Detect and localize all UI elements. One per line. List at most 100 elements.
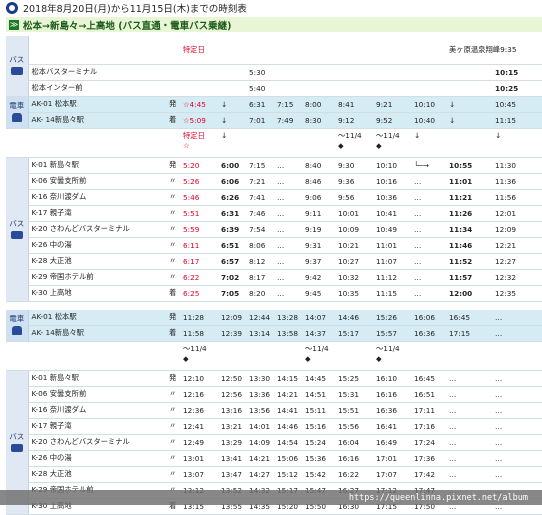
time-cell: 8:06 bbox=[246, 237, 274, 254]
time-cell: 16:04 bbox=[335, 434, 373, 451]
table-row: AK- 14新島々駅着 ☆5:09 ↓ 7:01 7:49 8:30 9:12 9:52 10:… bbox=[6, 112, 542, 129]
time-cell: 15:31 bbox=[335, 386, 373, 403]
table-row: AK- 14新島々駅着 11:58 12:39 13:14 13:58 14:37 15:1… bbox=[6, 325, 542, 342]
time-cell: … bbox=[446, 466, 492, 483]
bus-icon bbox=[10, 443, 23, 452]
page-title: 2018年8月20日(月)から11月15日(木)までの時刻表 bbox=[23, 4, 247, 15]
time-cell: 11:58 bbox=[180, 325, 218, 342]
time-cell: 15:57 bbox=[373, 325, 411, 342]
bus-category: バス bbox=[6, 36, 29, 97]
note-cell bbox=[446, 341, 492, 371]
note-cell bbox=[246, 128, 274, 158]
time-cell bbox=[246, 36, 274, 65]
bus-icon bbox=[10, 67, 23, 76]
direction: 〃 bbox=[166, 434, 180, 451]
note-cell: 特定日 ☆ bbox=[180, 128, 218, 158]
table-row: K-26 中の湯〃 6:11 6:51 8:06… 9:31 10:21 11:01… 11:… bbox=[6, 237, 542, 254]
time-cell: ☆4:45 bbox=[180, 96, 218, 113]
time-cell: … bbox=[492, 434, 542, 451]
time-cell: … bbox=[274, 205, 302, 222]
time-cell: 13:58 bbox=[274, 325, 302, 342]
note-cell bbox=[335, 341, 373, 371]
time-cell: ↓ bbox=[218, 96, 246, 113]
rail-category: 電車 bbox=[6, 309, 29, 342]
time-cell: 10:27 bbox=[335, 253, 373, 270]
time-cell: 10:09 bbox=[335, 221, 373, 238]
time-cell: 8:00 bbox=[302, 96, 335, 113]
time-cell: … bbox=[274, 285, 302, 302]
header: 2018年8月20日(月)から11月15日(木)までの時刻表 bbox=[0, 0, 542, 16]
time-cell: 14:27 bbox=[246, 466, 274, 483]
time-cell: 12:36 bbox=[180, 402, 218, 419]
time-cell: … bbox=[492, 466, 542, 483]
time-cell: 9:12 bbox=[335, 112, 373, 129]
time-cell: 13:21 bbox=[218, 418, 246, 435]
time-cell bbox=[302, 64, 335, 81]
time-cell bbox=[335, 64, 373, 81]
time-cell: 10:10 bbox=[411, 96, 446, 113]
time-cell: 7:46 bbox=[246, 205, 274, 222]
stop-name: K-16 奈川渡ダム bbox=[28, 189, 166, 206]
time-cell: 13:56 bbox=[246, 402, 274, 419]
time-cell: 12:01 bbox=[492, 205, 542, 222]
time-cell: 17:16 bbox=[411, 418, 446, 435]
note-cell: ↓ bbox=[492, 128, 542, 158]
table-row: K-17 親子滝〃 12:41 13:21 14:01 14:46 15:16 15:56 1… bbox=[6, 418, 542, 435]
time-cell: 7:15 bbox=[274, 96, 302, 113]
time-cell: 9:21 bbox=[373, 96, 411, 113]
time-cell: 9:42 bbox=[302, 269, 335, 286]
timetable: バス 特定日 美ヶ原温泉翔峰9:35 松本バスターミナル 5:30 10:15 松本インタ… bbox=[6, 36, 542, 515]
time-cell: 6:17 bbox=[180, 253, 218, 270]
time-cell: 9:30 bbox=[335, 157, 373, 174]
time-cell: 13:07 bbox=[180, 466, 218, 483]
time-cell: 12:09 bbox=[218, 309, 246, 326]
cat-blank bbox=[6, 128, 28, 158]
category-label: バス bbox=[9, 55, 25, 65]
time-cell: 6:25 bbox=[180, 285, 218, 302]
note-cell bbox=[411, 341, 446, 371]
table-row: 松本インター前 5:40 10:25 bbox=[6, 80, 542, 97]
time-cell: 17:42 bbox=[411, 466, 446, 483]
direction: 着 bbox=[166, 325, 180, 342]
time-cell: 6:26 bbox=[218, 189, 246, 206]
time-cell: 14:09 bbox=[246, 434, 274, 451]
direction: 〃 bbox=[166, 205, 180, 222]
time-cell: … bbox=[411, 285, 446, 302]
time-cell: 11:21 bbox=[446, 189, 492, 206]
direction: 発 bbox=[166, 157, 180, 174]
time-cell: 16:22 bbox=[335, 466, 373, 483]
time-cell bbox=[446, 80, 492, 97]
time-cell: 12:21 bbox=[492, 237, 542, 254]
table-row: バス K-01 新島々駅発 12:10 12:50 13:30 14:15 14:45 15:… bbox=[6, 370, 542, 515]
route-banner: ≫ 松本→新島々→上高地 (バス直通・電車バス乗継) bbox=[6, 17, 542, 32]
time-cell: 14:45 bbox=[302, 370, 335, 387]
table-row: 〜11/4 ◆ 〜11/4 ◆ 〜11/4 ◆ bbox=[6, 341, 542, 371]
time-cell: 12:10 bbox=[180, 370, 218, 387]
table-row: K-16 奈川渡ダム〃 5:46 6:26 7:41… 9:06 9:56 10:36… 11… bbox=[6, 189, 542, 206]
stop-name: K-29 帝国ホテル前 bbox=[28, 269, 166, 286]
note-cell: ↓ bbox=[411, 128, 446, 158]
stop-name: K-28 大正池 bbox=[28, 253, 166, 270]
time-cell: 9:31 bbox=[302, 237, 335, 254]
stop-name: K-26 中の湯 bbox=[28, 237, 166, 254]
note-tokutei: 特定日 bbox=[180, 36, 218, 65]
time-cell: … bbox=[446, 386, 492, 403]
time-cell bbox=[218, 36, 246, 65]
stop-name: K-20 さわんどバスターミナル bbox=[28, 434, 166, 451]
time-cell: 14:46 bbox=[274, 418, 302, 435]
time-cell: 6:31 bbox=[218, 205, 246, 222]
direction: 〃 bbox=[166, 221, 180, 238]
time-cell: 13:30 bbox=[246, 370, 274, 387]
time-cell: 10:41 bbox=[373, 205, 411, 222]
time-cell: 6:22 bbox=[180, 269, 218, 286]
time-cell: 12:09 bbox=[492, 221, 542, 238]
time-cell: ↓ bbox=[446, 112, 492, 129]
time-cell: 14:21 bbox=[274, 386, 302, 403]
time-cell: … bbox=[446, 402, 492, 419]
time-cell: 10:15 bbox=[492, 64, 542, 81]
time-cell: … bbox=[446, 450, 492, 467]
time-cell: … bbox=[492, 309, 542, 326]
bus-icon bbox=[10, 230, 23, 239]
time-cell bbox=[373, 36, 411, 65]
time-cell: … bbox=[274, 269, 302, 286]
